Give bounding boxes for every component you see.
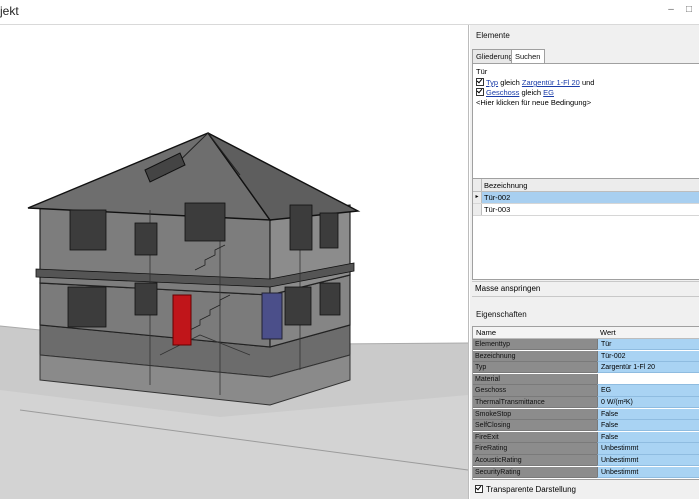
transparent-display-checkbox[interactable] bbox=[475, 485, 483, 493]
property-row[interactable]: Typ Zargentür 1-Fl 20 bbox=[473, 362, 699, 374]
property-value[interactable]: Tür-002 bbox=[597, 350, 699, 362]
property-value[interactable] bbox=[597, 373, 699, 386]
results-grid-header: Bezeichnung bbox=[473, 179, 699, 192]
property-value[interactable]: Unbestimmt bbox=[597, 443, 699, 455]
right-panel: Elemente Gliederung Suchen Tür Typ gleic… bbox=[470, 25, 699, 499]
property-row[interactable]: SecurityRating Unbestimmt bbox=[473, 466, 699, 478]
property-name: Material bbox=[473, 373, 597, 386]
filter-category[interactable]: Tür bbox=[476, 67, 487, 76]
property-name: ThermalTransmittance bbox=[473, 397, 597, 409]
properties-grid: Name Wert Elementtyp Tür Bezeichnung Tür-00… bbox=[472, 326, 699, 480]
property-value[interactable]: Tür bbox=[597, 339, 699, 351]
property-name: Elementtyp bbox=[473, 339, 597, 351]
filter-condition-1[interactable]: Typ gleich Zargentür 1-Fl 20 und bbox=[476, 78, 594, 87]
property-row[interactable]: SmokeStop False bbox=[473, 408, 699, 420]
maximize-icon[interactable]: □ bbox=[682, 4, 696, 16]
transparent-display-toggle[interactable]: Transparente Darstellung bbox=[470, 480, 699, 499]
property-row[interactable]: AcousticRating Unbestimmt bbox=[473, 455, 699, 467]
3d-viewport[interactable] bbox=[0, 25, 469, 499]
property-row[interactable]: Elementtyp Tür bbox=[473, 339, 699, 351]
property-value[interactable]: 0 W/(m²K) bbox=[597, 397, 699, 409]
property-name: FireRating bbox=[473, 443, 597, 455]
title-bar: jekt – □ bbox=[0, 0, 699, 25]
property-value[interactable]: Unbestimmt bbox=[597, 466, 699, 478]
properties-grid-header: Name Wert bbox=[473, 327, 699, 339]
table-row[interactable]: Tür-003 bbox=[473, 204, 699, 216]
property-row[interactable]: SelfClosing False bbox=[473, 420, 699, 432]
condition-1-value[interactable]: Zargentür 1-Fl 20 bbox=[522, 78, 580, 87]
jump-to-mass-button[interactable]: Masse anspringen bbox=[472, 281, 699, 297]
property-row[interactable]: Material bbox=[473, 373, 699, 386]
elements-header-label: Elemente bbox=[476, 31, 510, 40]
property-name: SmokeStop bbox=[473, 408, 597, 420]
property-row[interactable]: Geschoss EG bbox=[473, 385, 699, 397]
row-indicator bbox=[473, 204, 482, 215]
condition-2-op: gleich bbox=[521, 88, 542, 97]
property-name: FireExit bbox=[473, 431, 597, 444]
row-selected-arrow-icon: ▸ bbox=[473, 192, 482, 203]
property-value[interactable]: False bbox=[597, 420, 699, 432]
property-value[interactable]: False bbox=[597, 408, 699, 420]
table-row[interactable]: ▸ Tür-002 bbox=[473, 192, 699, 204]
property-name: SelfClosing bbox=[473, 420, 597, 432]
property-row[interactable]: FireRating Unbestimmt bbox=[473, 443, 699, 455]
condition-1-checkbox[interactable] bbox=[476, 78, 484, 86]
column-name[interactable]: Name bbox=[476, 328, 496, 337]
column-bezeichnung[interactable]: Bezeichnung bbox=[484, 181, 527, 190]
condition-2-field[interactable]: Geschoss bbox=[486, 88, 519, 97]
property-name: AcousticRating bbox=[473, 455, 597, 467]
property-value[interactable]: Unbestimmt bbox=[597, 455, 699, 467]
window-title: jekt bbox=[0, 4, 19, 18]
tab-gliederung[interactable]: Gliederung bbox=[472, 49, 514, 63]
results-grid: Bezeichnung ▸ Tür-002 Tür-003 bbox=[472, 178, 699, 280]
property-row[interactable]: ThermalTransmittance 0 W/(m²K) bbox=[473, 397, 699, 409]
new-condition-link[interactable]: <Hier klicken für neue Bedingung> bbox=[476, 98, 591, 107]
properties-header: Eigenschaften bbox=[470, 306, 699, 322]
property-row[interactable]: Bezeichnung Tür-002 bbox=[473, 350, 699, 362]
tab-suchen[interactable]: Suchen bbox=[511, 49, 545, 63]
condition-1-join: und bbox=[581, 78, 595, 87]
property-name: Geschoss bbox=[473, 385, 597, 397]
property-name: SecurityRating bbox=[473, 466, 597, 478]
property-row[interactable]: FireExit False bbox=[473, 431, 699, 444]
condition-1-op: gleich bbox=[500, 78, 520, 87]
property-name: Typ bbox=[473, 362, 597, 374]
filter-condition-2[interactable]: Geschoss gleich EG bbox=[476, 88, 554, 97]
minimize-icon[interactable]: – bbox=[664, 4, 678, 16]
property-value[interactable]: EG bbox=[597, 385, 699, 397]
property-value[interactable]: Zargentür 1-Fl 20 bbox=[597, 362, 699, 374]
property-name: Bezeichnung bbox=[473, 350, 597, 362]
condition-2-checkbox[interactable] bbox=[476, 88, 484, 96]
row-indicator-header bbox=[473, 179, 482, 191]
jump-to-mass-label: Masse anspringen bbox=[475, 284, 541, 293]
condition-1-field[interactable]: Typ bbox=[486, 78, 498, 87]
transparent-display-label: Transparente Darstellung bbox=[486, 485, 576, 494]
row-cell[interactable]: Tür-003 bbox=[484, 205, 510, 214]
properties-header-label: Eigenschaften bbox=[476, 310, 527, 319]
row-cell[interactable]: Tür-002 bbox=[484, 193, 510, 202]
elements-header: Elemente bbox=[470, 27, 699, 43]
column-wert[interactable]: Wert bbox=[600, 328, 616, 337]
condition-2-value[interactable]: EG bbox=[543, 88, 554, 97]
property-value[interactable]: False bbox=[597, 431, 699, 444]
house-model bbox=[0, 132, 468, 499]
